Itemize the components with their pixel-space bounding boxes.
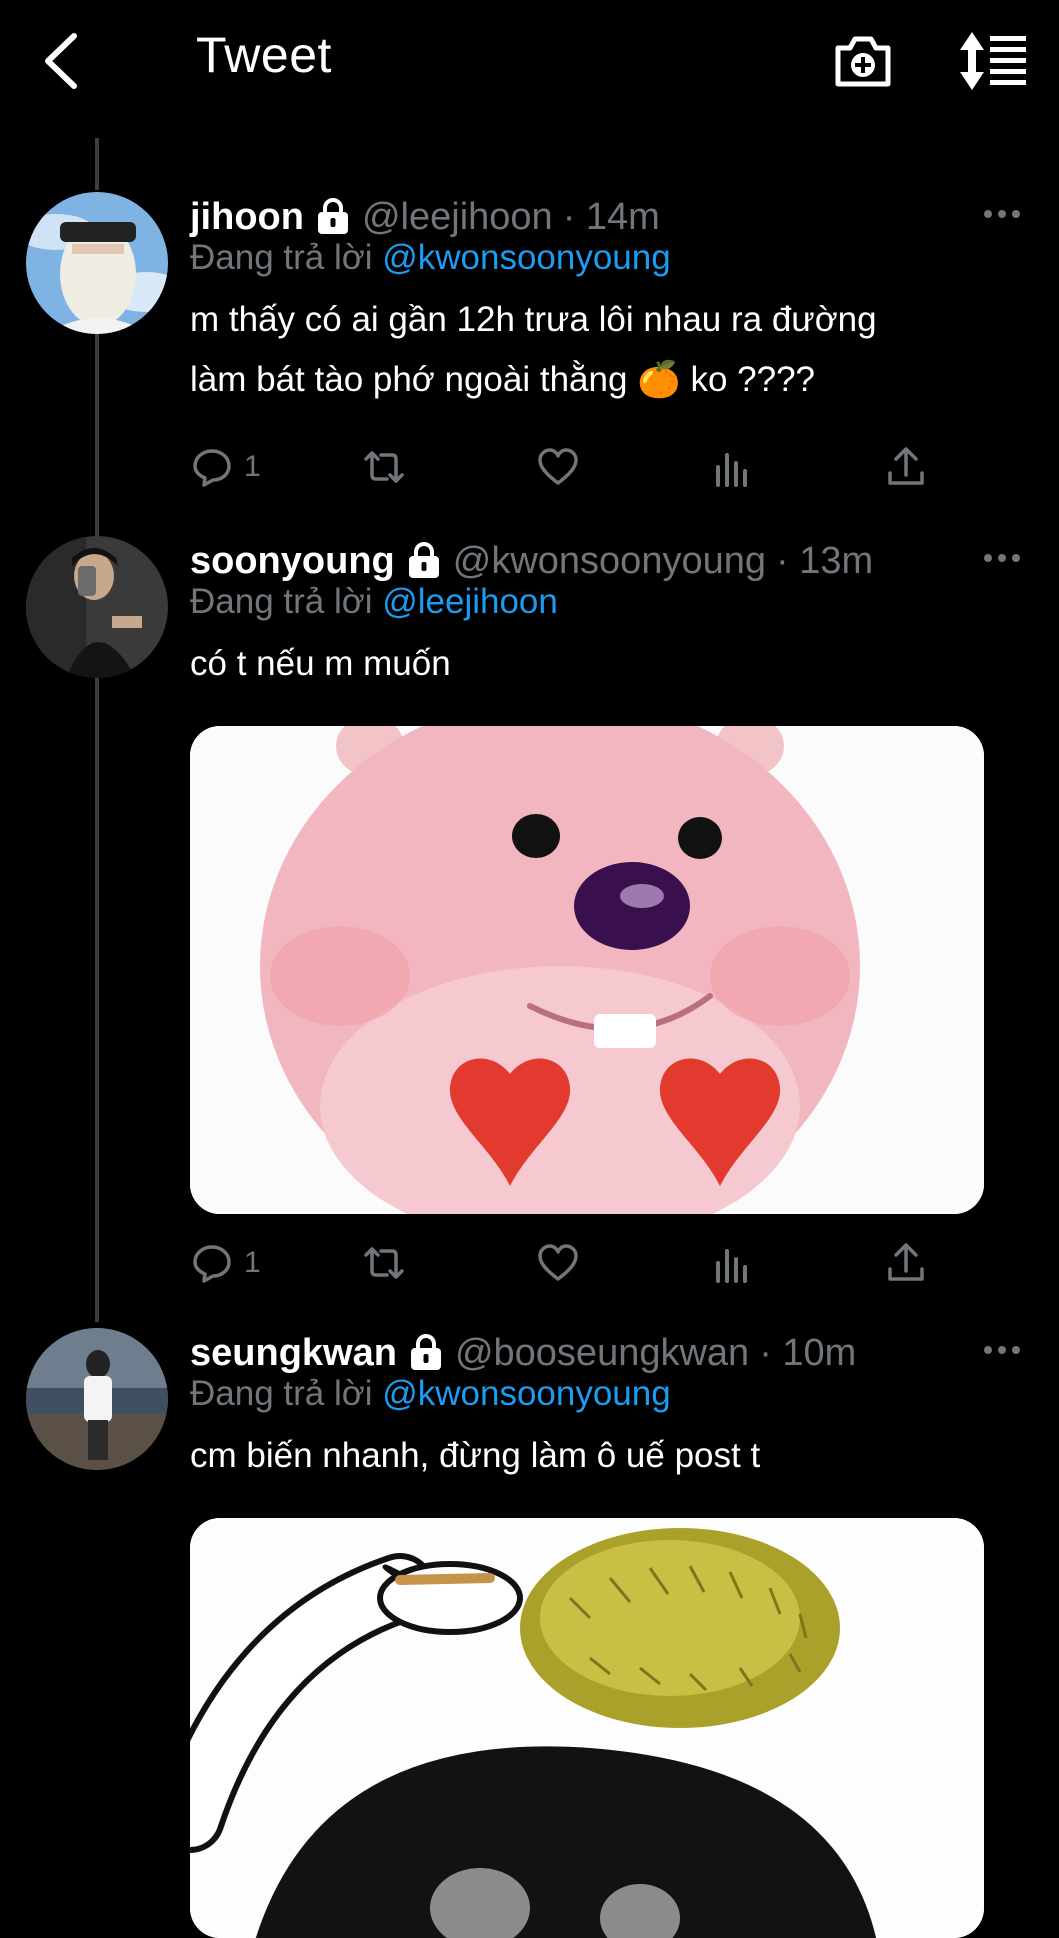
analytics-icon xyxy=(716,453,747,487)
timestamp: · 14m xyxy=(562,195,660,238)
mention-link[interactable]: @kwonsoonyoung xyxy=(382,238,671,277)
heart-icon xyxy=(538,448,578,485)
share-button[interactable] xyxy=(884,442,928,492)
tweet-actions: 1 xyxy=(190,1238,950,1288)
lock-icon xyxy=(317,198,348,234)
reply-button[interactable]: 1 xyxy=(190,1238,261,1288)
replying-to: Đang trả lời @kwonsoonyoung xyxy=(190,1374,671,1413)
mention-link[interactable]: @kwonsoonyoung xyxy=(382,1374,671,1413)
camera-plus-icon[interactable] xyxy=(830,28,896,94)
display-name[interactable]: seungkwan xyxy=(190,1332,397,1375)
chevron-left-icon[interactable] xyxy=(36,28,96,94)
tweet[interactable]: jihoon @leejihoon · 14m Đang trả lời @kw… xyxy=(0,192,1059,522)
retweet-button[interactable] xyxy=(362,1238,406,1288)
sort-icon[interactable] xyxy=(958,30,1028,92)
tweet-image[interactable] xyxy=(190,726,984,1214)
user-handle[interactable]: @kwonsoonyoung xyxy=(453,540,766,583)
analytics-button[interactable] xyxy=(710,442,754,492)
page-title: Tweet xyxy=(196,27,332,83)
thread-line xyxy=(95,138,99,190)
tweet-actions: 1 xyxy=(190,442,950,492)
timestamp: · 13m xyxy=(776,539,874,582)
reply-icon xyxy=(193,1245,231,1283)
mention-link[interactable]: @leejihoon xyxy=(382,582,558,621)
reply-count: 1 xyxy=(244,450,261,483)
user-handle[interactable]: @leejihoon xyxy=(362,196,553,239)
reply-icon xyxy=(193,449,231,487)
like-button[interactable] xyxy=(536,1238,580,1288)
lock-icon xyxy=(408,542,439,578)
share-button[interactable] xyxy=(884,1238,928,1288)
more-icon[interactable] xyxy=(982,548,1022,568)
tweet-text: m thấy có ai gần 12h trưa lôi nhau ra đư… xyxy=(190,300,877,399)
user-handle[interactable]: @booseungkwan xyxy=(455,1332,749,1375)
tweet-text: cm biến nhanh, đừng làm ô uế post t xyxy=(190,1436,761,1475)
display-name[interactable]: soonyoung xyxy=(190,540,395,583)
retweet-button[interactable] xyxy=(362,442,406,492)
share-icon xyxy=(888,1243,924,1281)
avatar[interactable] xyxy=(26,536,168,678)
retweet-icon xyxy=(364,451,404,483)
retweet-icon xyxy=(364,1247,404,1279)
display-name[interactable]: jihoon xyxy=(190,196,304,239)
like-button[interactable] xyxy=(536,442,580,492)
analytics-icon xyxy=(716,1249,747,1283)
timestamp: · 10m xyxy=(759,1331,857,1374)
tweet[interactable]: soonyoung @kwonsoonyoung · 13m Đang trả … xyxy=(0,536,1059,1283)
lock-icon xyxy=(410,1334,441,1370)
share-icon xyxy=(888,447,924,485)
replying-to: Đang trả lời @kwonsoonyoung xyxy=(190,238,671,277)
tweet[interactable]: seungkwan @booseungkwan · 10m Đang trả l… xyxy=(0,1328,1059,1938)
more-icon[interactable] xyxy=(982,204,1022,224)
reply-count: 1 xyxy=(244,1246,261,1279)
replying-to: Đang trả lời @leejihoon xyxy=(190,582,558,621)
avatar[interactable] xyxy=(26,1328,168,1470)
reply-button[interactable]: 1 xyxy=(190,442,261,492)
tweet-text: có t nếu m muốn xyxy=(190,644,451,683)
analytics-button[interactable] xyxy=(710,1238,754,1288)
heart-icon xyxy=(538,1244,578,1281)
avatar[interactable] xyxy=(26,192,168,334)
more-icon[interactable] xyxy=(982,1340,1022,1360)
top-bar: Tweet xyxy=(0,0,1059,128)
tweet-image[interactable] xyxy=(190,1518,984,1938)
